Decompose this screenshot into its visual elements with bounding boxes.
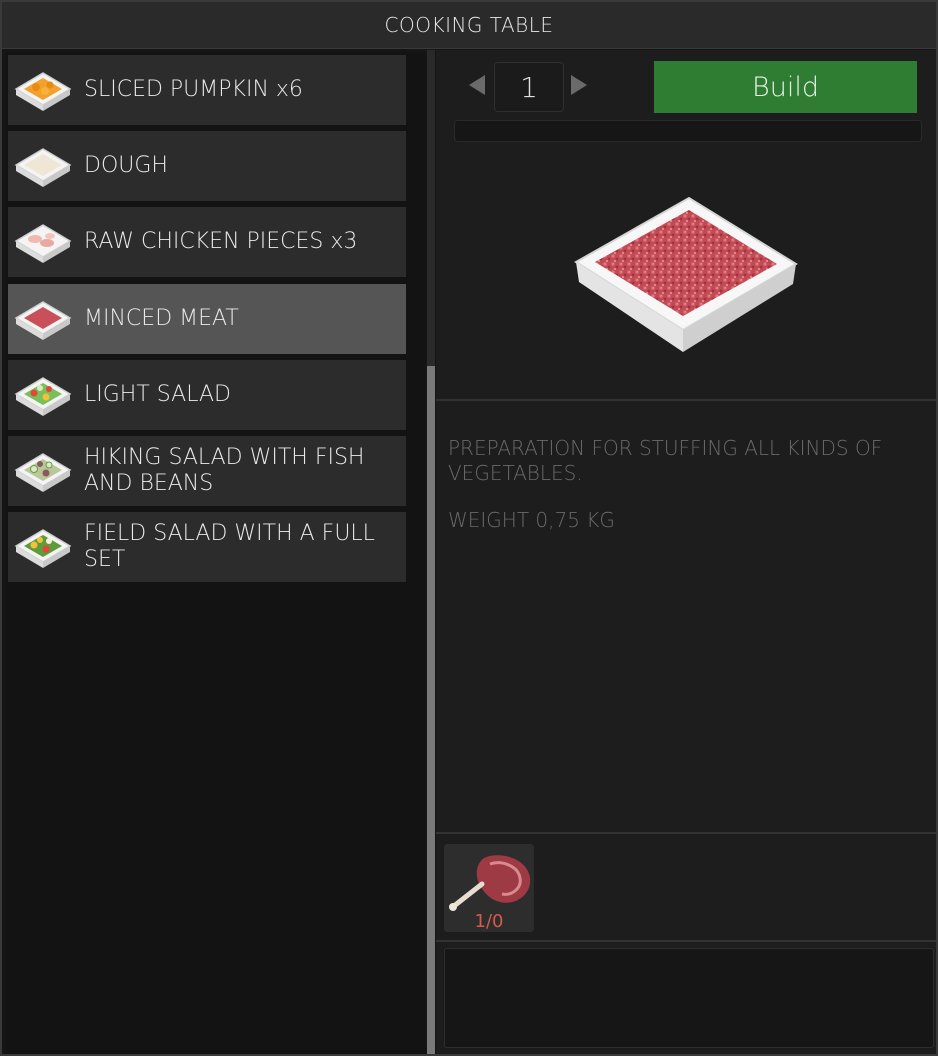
window-title: COOKING TABLE [384,13,554,37]
minced-meat-tray-icon [574,196,798,352]
build-progress-bar [454,120,922,142]
minced-meat-tray-icon [10,289,76,349]
hiking-salad-tray-icon [10,441,76,501]
recipe-list: SLICED PUMPKIN x6 DOUGH RAW CHICKEN PIEC… [6,52,426,1054]
item-weight: WEIGHT 0,75 KG [448,508,615,532]
pumpkin-tray-icon [10,60,76,120]
increase-quantity-button[interactable] [564,70,594,100]
recipe-label: LIGHT SALAD [84,382,231,407]
recipe-label: SLICED PUMPKIN x6 [84,77,303,102]
divider [436,940,936,942]
field-salad-tray-icon [10,517,76,577]
ingredient-count: 1/0 [474,911,504,932]
chicken-tray-icon [10,212,76,272]
recipe-item-sliced-pumpkin[interactable]: SLICED PUMPKIN x6 [8,55,406,125]
info-box [444,948,934,1048]
cooking-table-window: COOKING TABLE SLICED PUMPKIN x6 DOUGH RA… [0,0,938,1056]
recipe-detail-panel: 1 Build PREPARATION FOR STUFFING ALL KIN… [436,50,936,1054]
ingredient-slot[interactable]: 1/0 [444,844,534,932]
recipe-item-dough[interactable]: DOUGH [8,131,406,201]
divider [436,832,936,834]
recipe-list-scrollbar[interactable] [427,50,435,1054]
build-button[interactable]: Build [654,61,917,113]
recipe-label: FIELD SALAD WITH A FULL SET [84,521,375,572]
recipe-item-field-salad[interactable]: FIELD SALAD WITH A FULL SET [8,512,406,582]
recipe-label: MINCED MEAT [84,306,239,331]
recipe-label: DOUGH [84,153,168,178]
light-salad-tray-icon [10,365,76,425]
title-bar: COOKING TABLE [2,2,936,49]
chevron-left-icon [469,75,485,95]
recipe-label: HIKING SALAD WITH FISH AND BEANS [84,445,365,496]
recipe-label: RAW CHICKEN PIECES x3 [84,229,358,254]
recipe-item-raw-chicken[interactable]: RAW CHICKEN PIECES x3 [8,207,406,277]
raw-meat-icon [449,855,531,911]
decrease-quantity-button[interactable] [462,70,492,100]
item-description: PREPARATION FOR STUFFING ALL KINDS OF VE… [448,436,883,485]
dough-tray-icon [10,136,76,196]
recipe-item-minced-meat[interactable]: MINCED MEAT [8,284,406,354]
scrollbar-thumb[interactable] [427,366,435,1054]
chevron-right-icon [571,75,587,95]
recipe-item-light-salad[interactable]: LIGHT SALAD [8,360,406,430]
item-preview [436,150,936,400]
quantity-field[interactable]: 1 [494,62,564,112]
divider [436,399,936,401]
recipe-item-hiking-salad[interactable]: HIKING SALAD WITH FISH AND BEANS [8,436,406,506]
